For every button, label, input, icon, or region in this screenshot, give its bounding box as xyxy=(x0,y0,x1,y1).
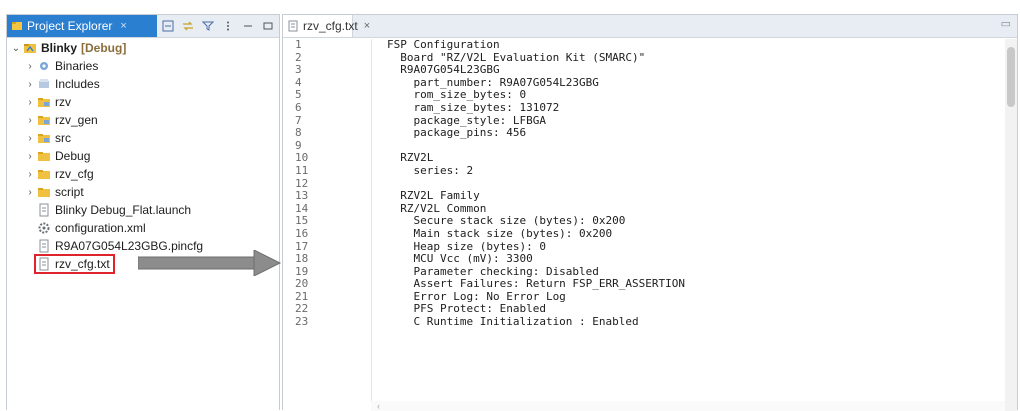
pointer-arrow-icon xyxy=(138,250,282,276)
project-icon xyxy=(23,41,37,55)
tree-item-label: rzv_gen xyxy=(55,113,98,127)
tree-item-label: Includes xyxy=(55,77,100,91)
project-explorer-panel: Project Explorer × ⌄ Blinky [Debug] › Bi… xyxy=(6,14,280,410)
file-icon xyxy=(37,203,51,217)
chevron-right-icon[interactable]: › xyxy=(25,61,35,72)
tree-item-label: script xyxy=(55,185,84,199)
tree-item-label: Binaries xyxy=(55,59,99,73)
line-number-gutter: 1 2 3 4 5 6 7 8 9 10 11 12 13 14 15 16 17 18 19 20 21 22 23 xyxy=(283,39,371,411)
code-line[interactable]: package_pins: 456 xyxy=(387,127,997,140)
chevron-right-icon[interactable]: › xyxy=(25,133,35,144)
link-editor-icon[interactable] xyxy=(181,19,195,33)
code-line[interactable]: RZV2L Family xyxy=(387,190,997,203)
line-number: 13 xyxy=(295,189,309,203)
tree-project-root[interactable]: ⌄ Blinky [Debug] xyxy=(7,39,279,57)
code-line[interactable]: RZV2L xyxy=(387,152,997,165)
project-tree: ⌄ Blinky [Debug] › Binaries › Includes ›… xyxy=(7,39,279,274)
chevron-right-icon[interactable]: › xyxy=(25,151,35,162)
file-icon xyxy=(37,257,51,271)
line-number: 11 xyxy=(295,163,309,177)
project-explorer-icon xyxy=(11,20,23,32)
maximize-icon[interactable] xyxy=(261,19,275,33)
folder-icon xyxy=(37,113,51,127)
folder-icon xyxy=(37,167,51,181)
close-icon[interactable]: × xyxy=(364,20,370,32)
scrollbar-thumb[interactable] xyxy=(1007,47,1015,107)
folder-icon xyxy=(37,149,51,163)
tree-item-label: rzv xyxy=(55,95,71,109)
line-number: 1 xyxy=(295,39,302,51)
gutter-divider xyxy=(371,39,372,411)
chevron-right-icon[interactable]: › xyxy=(25,115,35,126)
tree-item-label: Debug xyxy=(55,149,91,163)
tab-project-explorer[interactable]: Project Explorer × xyxy=(7,15,157,37)
binaries-icon xyxy=(37,59,51,73)
code-area[interactable]: FSP Configuration Board "RZ/V2L Evaluati… xyxy=(387,39,997,329)
code-line[interactable]: R9A07G054L23GBG xyxy=(387,64,997,77)
tree-item-label: rzv_cfg.txt xyxy=(55,257,110,271)
tree-item-rzv[interactable]: › rzv xyxy=(7,93,279,111)
tree-item-includes[interactable]: › Includes xyxy=(7,75,279,93)
line-number: 23 xyxy=(295,315,309,329)
folder-icon xyxy=(37,95,51,109)
tree-item-launch-file[interactable]: Blinky Debug_Flat.launch xyxy=(7,201,279,219)
chevron-down-icon[interactable]: ⌄ xyxy=(11,43,21,54)
line-number: 8 xyxy=(295,126,302,140)
tree-item-rzv-cfg[interactable]: › rzv_cfg xyxy=(7,165,279,183)
close-icon[interactable]: × xyxy=(120,20,126,32)
project-config-tag: [Debug] xyxy=(81,41,127,55)
chevron-right-icon[interactable]: › xyxy=(25,79,35,90)
tree-item-script[interactable]: › script xyxy=(7,183,279,201)
view-menu-icon[interactable] xyxy=(221,19,235,33)
line-number: 16 xyxy=(295,226,309,240)
line-number: 3 xyxy=(295,63,302,77)
folder-icon xyxy=(37,131,51,145)
code-line[interactable]: ram_size_bytes: 131072 xyxy=(387,101,997,115)
filter-icon[interactable] xyxy=(201,19,215,33)
gear-icon xyxy=(37,221,51,235)
project-explorer-tab-label: Project Explorer xyxy=(27,19,113,33)
chevron-right-icon[interactable]: › xyxy=(25,187,35,198)
collapse-all-icon[interactable] xyxy=(161,19,175,33)
code-line[interactable]: Main stack size (bytes): 0x200 xyxy=(387,227,997,241)
editor-tab-label: rzv_cfg.txt xyxy=(303,19,358,33)
tree-item-rzv-gen[interactable]: › rzv_gen xyxy=(7,111,279,129)
highlight-box[interactable]: rzv_cfg.txt xyxy=(34,254,115,274)
tree-item-label: src xyxy=(55,131,71,145)
project-explorer-tabbar: Project Explorer × xyxy=(7,15,279,38)
minimize-icon[interactable] xyxy=(241,19,255,33)
project-explorer-toolbar xyxy=(161,17,275,35)
code-line[interactable]: MCU Vcc (mV): 3300 xyxy=(387,252,997,266)
folder-icon xyxy=(37,185,51,199)
tab-rzv-cfg-txt[interactable]: rzv_cfg.txt × xyxy=(283,15,370,37)
file-icon xyxy=(37,239,51,253)
line-number: 6 xyxy=(295,100,302,114)
chevron-right-icon[interactable]: › xyxy=(25,169,35,180)
tree-item-label: configuration.xml xyxy=(55,221,146,235)
tree-item-label: Blinky Debug_Flat.launch xyxy=(55,203,192,217)
vertical-scrollbar[interactable] xyxy=(1005,39,1017,411)
code-line[interactable]: series: 2 xyxy=(387,164,997,178)
line-number: 20 xyxy=(295,277,309,291)
project-name: Blinky xyxy=(41,41,78,55)
tree-item-configuration[interactable]: configuration.xml xyxy=(7,219,279,237)
tree-item-binaries[interactable]: › Binaries xyxy=(7,57,279,75)
tree-item-label: rzv_cfg xyxy=(55,167,94,181)
editor-tabbar: rzv_cfg.txt × ▭ xyxy=(283,15,1017,38)
code-line[interactable]: FSP Configuration xyxy=(387,39,997,52)
code-line[interactable]: Assert Failures: Return FSP_ERR_ASSERTIO… xyxy=(387,278,997,291)
code-line[interactable]: C Runtime Initialization : Enabled xyxy=(387,315,997,329)
text-file-icon xyxy=(287,20,299,32)
chevron-right-icon[interactable]: › xyxy=(25,97,35,108)
editor-panel: rzv_cfg.txt × ▭ 1 2 3 4 5 6 7 8 9 10 11 12 13 14 15 16 1… xyxy=(282,14,1018,411)
tree-item-src[interactable]: › src xyxy=(7,129,279,147)
code-line[interactable] xyxy=(387,140,997,153)
includes-icon xyxy=(37,77,51,91)
line-number: 18 xyxy=(295,252,309,266)
text-editor[interactable]: 1 2 3 4 5 6 7 8 9 10 11 12 13 14 15 16 17 18 19 20 21 22 23 FS… xyxy=(283,39,1017,411)
tree-item-debug[interactable]: › Debug xyxy=(7,147,279,165)
minimize-icon[interactable]: ▭ xyxy=(1001,17,1011,30)
